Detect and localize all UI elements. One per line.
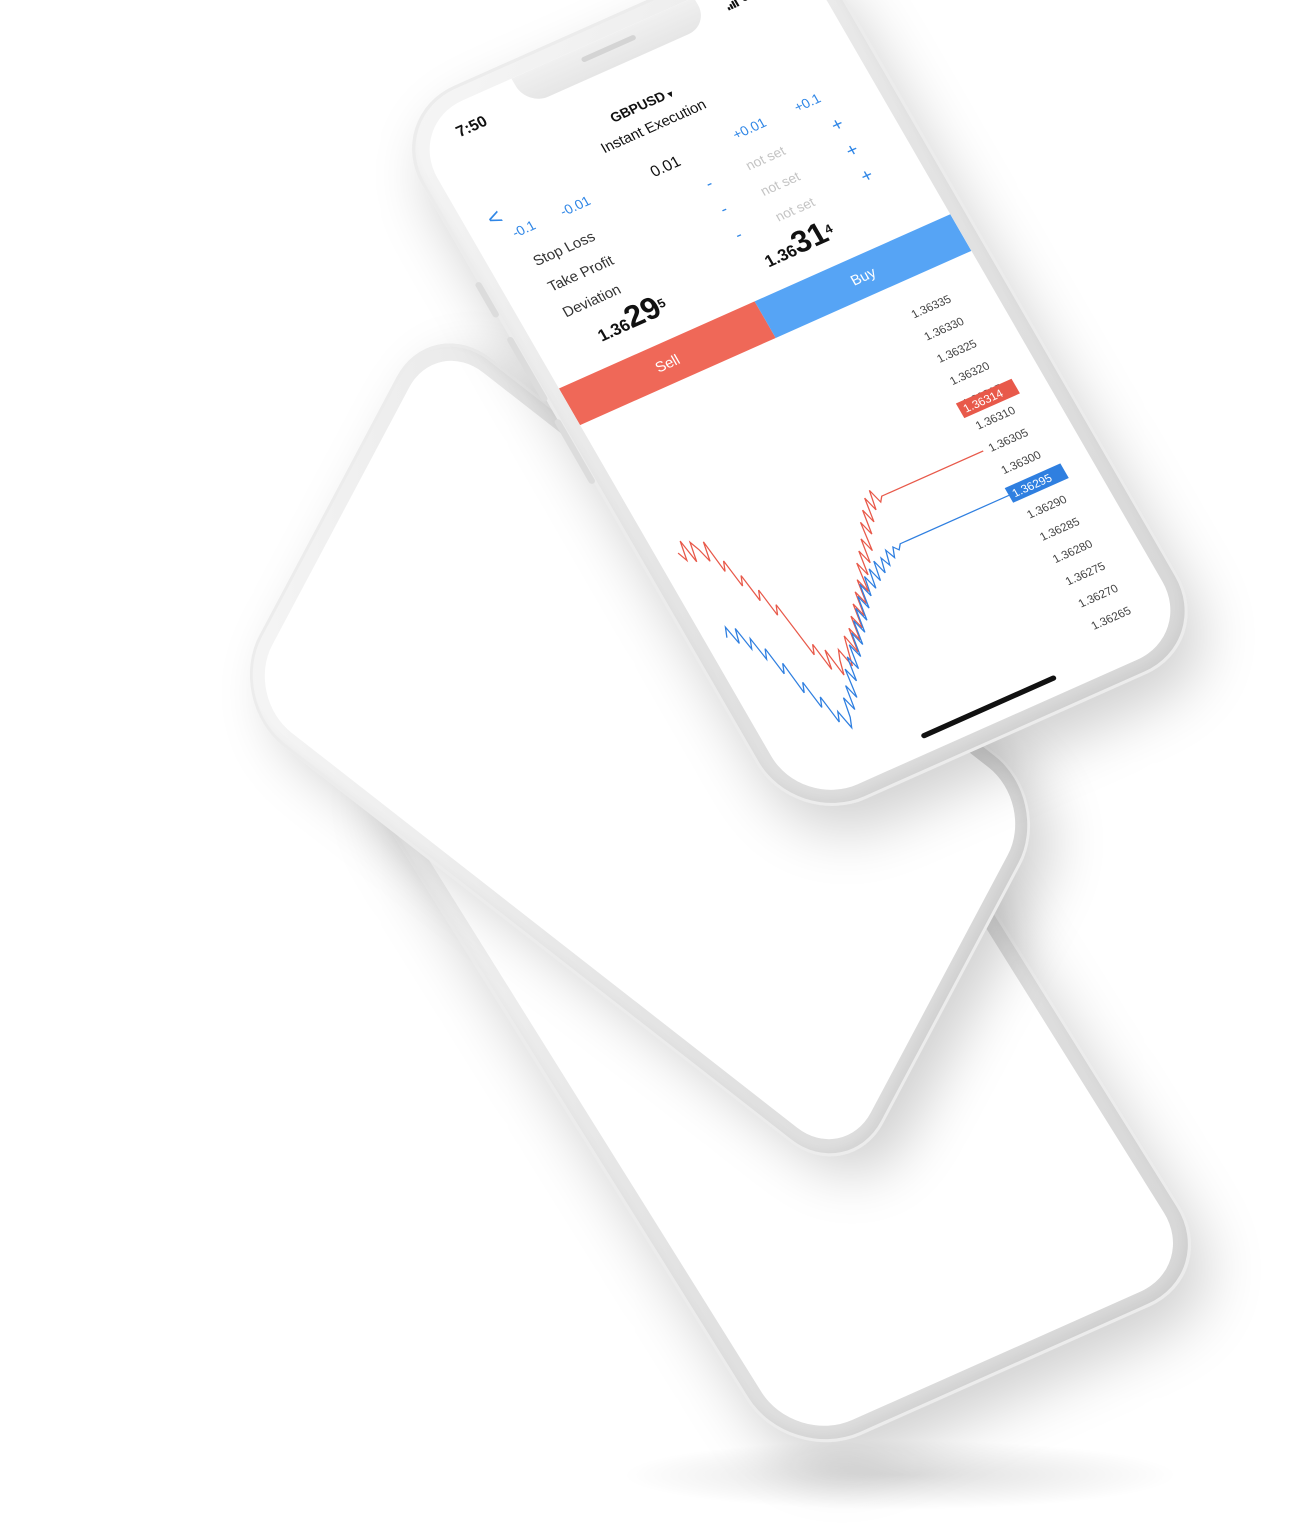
y-tick-label: 1.36265 bbox=[1089, 605, 1133, 632]
y-tick-label: 1.36285 bbox=[1038, 516, 1082, 543]
volume-plus-small-button[interactable]: +0.01 bbox=[730, 115, 769, 143]
signal-icon bbox=[724, 0, 740, 11]
y-tick-label: 1.36290 bbox=[1025, 494, 1069, 521]
take-profit-plus-button[interactable]: + bbox=[842, 139, 863, 163]
buy-label: Buy bbox=[847, 263, 879, 289]
composition: 7:50 5G < GBPUSD▾ Instant Execution -0.1… bbox=[0, 0, 1315, 1525]
sell-label: Sell bbox=[651, 350, 683, 376]
mute-switch bbox=[474, 281, 501, 319]
volume-minus-small-button[interactable]: -0.01 bbox=[557, 193, 593, 219]
volume-value[interactable]: 0.01 bbox=[647, 153, 684, 181]
y-tick-label: 1.36325 bbox=[935, 338, 979, 365]
y-tick-label: 1.36320 bbox=[948, 360, 992, 387]
volume-minus-big-button[interactable]: -0.1 bbox=[509, 217, 538, 240]
sell-price-line bbox=[677, 450, 984, 676]
y-tick-label: 1.36330 bbox=[922, 316, 966, 343]
buy-price-line bbox=[724, 494, 1010, 730]
y-tick-label: 1.36335 bbox=[909, 294, 953, 321]
y-tick-label: 1.36275 bbox=[1064, 561, 1108, 588]
y-tick-label: 1.36270 bbox=[1077, 583, 1121, 610]
stop-loss-plus-button[interactable]: + bbox=[827, 113, 848, 137]
y-tick-label: 1.36300 bbox=[999, 449, 1043, 476]
status-icons: 5G bbox=[723, 0, 783, 11]
network-label: 5G bbox=[739, 0, 759, 4]
y-tick-label: 1.36305 bbox=[987, 427, 1031, 454]
y-tick-label: 1.36280 bbox=[1051, 538, 1095, 565]
volume-plus-big-button[interactable]: +0.1 bbox=[791, 90, 824, 115]
stop-loss-minus-button[interactable]: - bbox=[702, 175, 717, 194]
chevron-down-icon: ▾ bbox=[665, 88, 676, 100]
take-profit-minus-button[interactable]: - bbox=[717, 201, 732, 220]
floor-shadow bbox=[620, 1440, 1180, 1510]
clock: 7:50 bbox=[452, 112, 491, 141]
